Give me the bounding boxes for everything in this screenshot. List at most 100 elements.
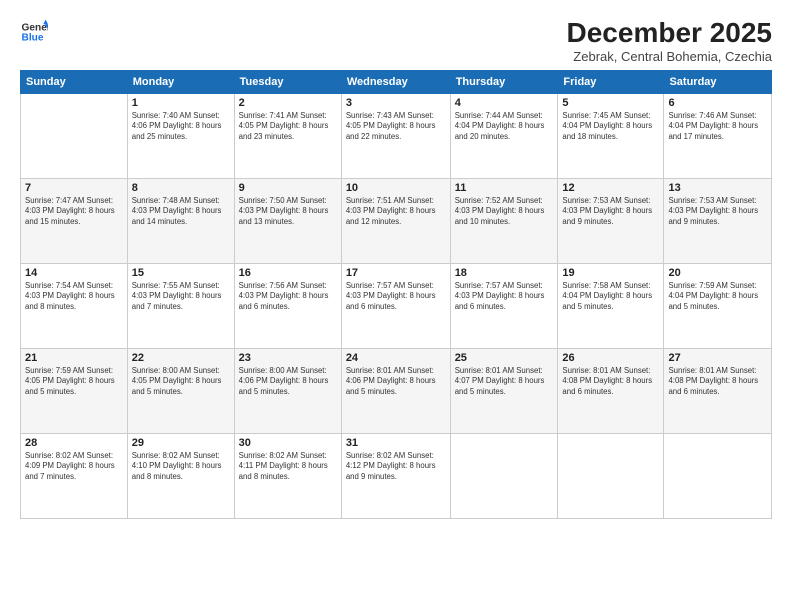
day-number: 2 — [239, 97, 337, 109]
col-thursday: Thursday — [450, 70, 558, 93]
day-number: 19 — [562, 267, 659, 279]
calendar-cell: 20 Sunrise: 7:59 AM Sunset: 4:04 PM Dayli… — [664, 263, 772, 348]
calendar-header-row: Sunday Monday Tuesday Wednesday Thursday… — [21, 70, 772, 93]
calendar-cell: 29 Sunrise: 8:02 AM Sunset: 4:10 PM Dayli… — [127, 433, 234, 518]
day-number: 21 — [25, 352, 123, 364]
calendar-cell: 13 Sunrise: 7:53 AM Sunset: 4:03 PM Dayli… — [664, 178, 772, 263]
calendar-cell: 21 Sunrise: 7:59 AM Sunset: 4:05 PM Dayli… — [21, 348, 128, 433]
day-number: 8 — [132, 182, 230, 194]
day-number: 16 — [239, 267, 337, 279]
week-row-5: 28 Sunrise: 8:02 AM Sunset: 4:09 PM Dayli… — [21, 433, 772, 518]
col-saturday: Saturday — [664, 70, 772, 93]
logo: General Blue — [20, 18, 48, 46]
calendar-cell: 3 Sunrise: 7:43 AM Sunset: 4:05 PM Daylig… — [341, 93, 450, 178]
col-wednesday: Wednesday — [341, 70, 450, 93]
day-info: Sunrise: 8:01 AM Sunset: 4:08 PM Dayligh… — [562, 366, 659, 398]
day-info: Sunrise: 8:02 AM Sunset: 4:10 PM Dayligh… — [132, 451, 230, 483]
day-info: Sunrise: 7:50 AM Sunset: 4:03 PM Dayligh… — [239, 196, 337, 228]
day-info: Sunrise: 7:51 AM Sunset: 4:03 PM Dayligh… — [346, 196, 446, 228]
day-info: Sunrise: 8:00 AM Sunset: 4:05 PM Dayligh… — [132, 366, 230, 398]
calendar-cell: 17 Sunrise: 7:57 AM Sunset: 4:03 PM Dayli… — [341, 263, 450, 348]
day-number: 25 — [455, 352, 554, 364]
day-info: Sunrise: 7:59 AM Sunset: 4:04 PM Dayligh… — [668, 281, 767, 313]
week-row-4: 21 Sunrise: 7:59 AM Sunset: 4:05 PM Dayli… — [21, 348, 772, 433]
calendar-cell: 2 Sunrise: 7:41 AM Sunset: 4:05 PM Daylig… — [234, 93, 341, 178]
day-info: Sunrise: 7:57 AM Sunset: 4:03 PM Dayligh… — [346, 281, 446, 313]
day-number: 23 — [239, 352, 337, 364]
calendar-cell: 31 Sunrise: 8:02 AM Sunset: 4:12 PM Dayli… — [341, 433, 450, 518]
day-number: 26 — [562, 352, 659, 364]
calendar-cell: 8 Sunrise: 7:48 AM Sunset: 4:03 PM Daylig… — [127, 178, 234, 263]
svg-text:Blue: Blue — [22, 33, 44, 44]
header: General Blue December 2025 Zebrak, Centr… — [20, 18, 772, 64]
calendar-cell — [21, 93, 128, 178]
day-info: Sunrise: 7:43 AM Sunset: 4:05 PM Dayligh… — [346, 111, 446, 143]
day-number: 22 — [132, 352, 230, 364]
day-number: 12 — [562, 182, 659, 194]
day-info: Sunrise: 7:54 AM Sunset: 4:03 PM Dayligh… — [25, 281, 123, 313]
day-number: 28 — [25, 437, 123, 449]
calendar-cell: 19 Sunrise: 7:58 AM Sunset: 4:04 PM Dayli… — [558, 263, 664, 348]
calendar-cell: 9Sunrise: 7:50 AM Sunset: 4:03 PM Daylig… — [234, 178, 341, 263]
calendar-cell: 1 Sunrise: 7:40 AM Sunset: 4:06 PM Daylig… — [127, 93, 234, 178]
day-number: 1 — [132, 97, 230, 109]
title-block: December 2025 Zebrak, Central Bohemia, C… — [567, 18, 772, 64]
col-friday: Friday — [558, 70, 664, 93]
day-info: Sunrise: 7:57 AM Sunset: 4:03 PM Dayligh… — [455, 281, 554, 313]
day-number: 29 — [132, 437, 230, 449]
calendar-cell — [664, 433, 772, 518]
col-tuesday: Tuesday — [234, 70, 341, 93]
week-row-2: 7 Sunrise: 7:47 AM Sunset: 4:03 PM Daylig… — [21, 178, 772, 263]
day-info: Sunrise: 7:48 AM Sunset: 4:03 PM Dayligh… — [132, 196, 230, 228]
calendar-cell: 26 Sunrise: 8:01 AM Sunset: 4:08 PM Dayli… — [558, 348, 664, 433]
day-number: 5 — [562, 97, 659, 109]
location: Zebrak, Central Bohemia, Czechia — [567, 49, 772, 64]
day-number: 30 — [239, 437, 337, 449]
col-sunday: Sunday — [21, 70, 128, 93]
day-info: Sunrise: 8:01 AM Sunset: 4:08 PM Dayligh… — [668, 366, 767, 398]
day-info: Sunrise: 7:53 AM Sunset: 4:03 PM Dayligh… — [668, 196, 767, 228]
day-number: 7 — [25, 182, 123, 194]
calendar-cell: 27Sunrise: 8:01 AM Sunset: 4:08 PM Dayli… — [664, 348, 772, 433]
page: General Blue December 2025 Zebrak, Centr… — [0, 0, 792, 612]
day-info: Sunrise: 7:52 AM Sunset: 4:03 PM Dayligh… — [455, 196, 554, 228]
day-info: Sunrise: 7:47 AM Sunset: 4:03 PM Dayligh… — [25, 196, 123, 228]
day-info: Sunrise: 7:46 AM Sunset: 4:04 PM Dayligh… — [668, 111, 767, 143]
day-number: 4 — [455, 97, 554, 109]
calendar: Sunday Monday Tuesday Wednesday Thursday… — [20, 70, 772, 519]
day-number: 13 — [668, 182, 767, 194]
day-number: 3 — [346, 97, 446, 109]
day-info: Sunrise: 7:56 AM Sunset: 4:03 PM Dayligh… — [239, 281, 337, 313]
calendar-cell: 6Sunrise: 7:46 AM Sunset: 4:04 PM Daylig… — [664, 93, 772, 178]
day-info: Sunrise: 7:41 AM Sunset: 4:05 PM Dayligh… — [239, 111, 337, 143]
day-info: Sunrise: 7:59 AM Sunset: 4:05 PM Dayligh… — [25, 366, 123, 398]
month-title: December 2025 — [567, 18, 772, 49]
day-info: Sunrise: 8:01 AM Sunset: 4:06 PM Dayligh… — [346, 366, 446, 398]
day-number: 15 — [132, 267, 230, 279]
day-info: Sunrise: 7:40 AM Sunset: 4:06 PM Dayligh… — [132, 111, 230, 143]
calendar-cell: 18 Sunrise: 7:57 AM Sunset: 4:03 PM Dayli… — [450, 263, 558, 348]
day-info: Sunrise: 8:02 AM Sunset: 4:09 PM Dayligh… — [25, 451, 123, 483]
calendar-cell: 23Sunrise: 8:00 AM Sunset: 4:06 PM Dayli… — [234, 348, 341, 433]
calendar-cell: 22 Sunrise: 8:00 AM Sunset: 4:05 PM Dayli… — [127, 348, 234, 433]
day-info: Sunrise: 7:58 AM Sunset: 4:04 PM Dayligh… — [562, 281, 659, 313]
day-number: 18 — [455, 267, 554, 279]
calendar-cell: 28 Sunrise: 8:02 AM Sunset: 4:09 PM Dayli… — [21, 433, 128, 518]
day-info: Sunrise: 7:44 AM Sunset: 4:04 PM Dayligh… — [455, 111, 554, 143]
day-number: 17 — [346, 267, 446, 279]
day-number: 20 — [668, 267, 767, 279]
logo-icon: General Blue — [20, 18, 48, 46]
calendar-cell: 30Sunrise: 8:02 AM Sunset: 4:11 PM Dayli… — [234, 433, 341, 518]
week-row-1: 1 Sunrise: 7:40 AM Sunset: 4:06 PM Daylig… — [21, 93, 772, 178]
calendar-cell: 16 Sunrise: 7:56 AM Sunset: 4:03 PM Dayli… — [234, 263, 341, 348]
day-number: 31 — [346, 437, 446, 449]
calendar-cell: 24Sunrise: 8:01 AM Sunset: 4:06 PM Dayli… — [341, 348, 450, 433]
day-info: Sunrise: 7:55 AM Sunset: 4:03 PM Dayligh… — [132, 281, 230, 313]
col-monday: Monday — [127, 70, 234, 93]
day-number: 10 — [346, 182, 446, 194]
calendar-cell: 15 Sunrise: 7:55 AM Sunset: 4:03 PM Dayli… — [127, 263, 234, 348]
calendar-cell: 14Sunrise: 7:54 AM Sunset: 4:03 PM Dayli… — [21, 263, 128, 348]
calendar-cell: 7 Sunrise: 7:47 AM Sunset: 4:03 PM Daylig… — [21, 178, 128, 263]
day-info: Sunrise: 8:01 AM Sunset: 4:07 PM Dayligh… — [455, 366, 554, 398]
day-info: Sunrise: 8:02 AM Sunset: 4:12 PM Dayligh… — [346, 451, 446, 483]
